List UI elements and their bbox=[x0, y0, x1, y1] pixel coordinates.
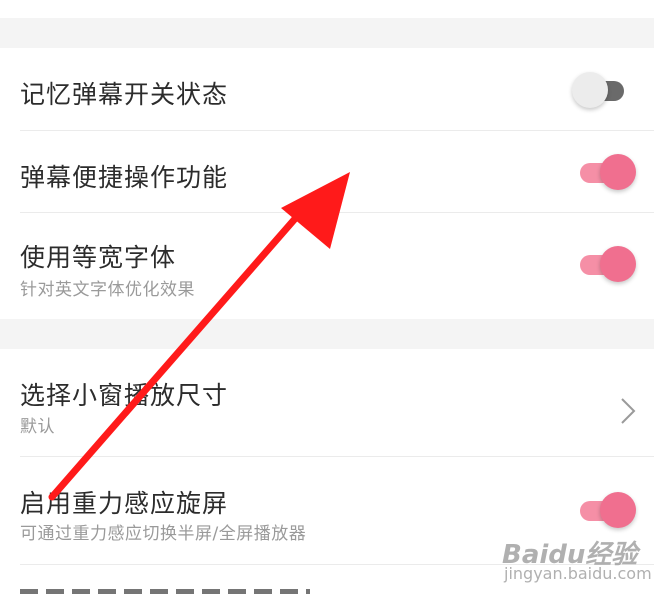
setting-row-mini-window-size[interactable]: 选择小窗播放尺寸 默认 bbox=[0, 349, 654, 457]
danmaku-quick-actions-toggle[interactable] bbox=[578, 152, 638, 192]
setting-subtitle: 默认 bbox=[20, 417, 55, 437]
setting-title: 启用重力感应旋屏 bbox=[20, 489, 229, 518]
setting-title: 弹幕便捷操作功能 bbox=[20, 163, 229, 192]
toggle-knob bbox=[600, 154, 636, 190]
setting-subtitle: 可通过重力感应切换半屏/全屏播放器 bbox=[20, 524, 307, 544]
setting-title: 使用等宽字体 bbox=[20, 243, 177, 272]
remember-danmaku-state-toggle[interactable] bbox=[572, 70, 638, 110]
setting-row-monospace-font[interactable]: 使用等宽字体 针对英文字体优化效果 bbox=[0, 213, 654, 319]
setting-subtitle: 针对英文字体优化效果 bbox=[20, 280, 195, 300]
toggle-knob bbox=[600, 246, 636, 282]
setting-row-remember-danmaku-state[interactable]: 记忆弹幕开关状态 bbox=[0, 48, 654, 131]
toggle-knob bbox=[600, 492, 636, 528]
toggle-knob bbox=[572, 72, 608, 108]
setting-title: 选择小窗播放尺寸 bbox=[20, 381, 229, 410]
watermark-url: jingyan.baidu.com bbox=[504, 564, 652, 583]
baidu-watermark: Baidu经验 jingyan.baidu.com bbox=[502, 528, 652, 592]
cut-off-text-fragment bbox=[20, 589, 310, 594]
gravity-rotation-toggle[interactable] bbox=[578, 490, 638, 530]
chevron-right-icon[interactable] bbox=[618, 396, 638, 426]
setting-title: 记忆弹幕开关状态 bbox=[20, 80, 229, 109]
setting-row-danmaku-quick-actions[interactable]: 弹幕便捷操作功能 bbox=[0, 131, 654, 213]
section-gap-top bbox=[0, 18, 654, 48]
monospace-font-toggle[interactable] bbox=[578, 244, 638, 284]
section-gap-middle bbox=[0, 319, 654, 349]
